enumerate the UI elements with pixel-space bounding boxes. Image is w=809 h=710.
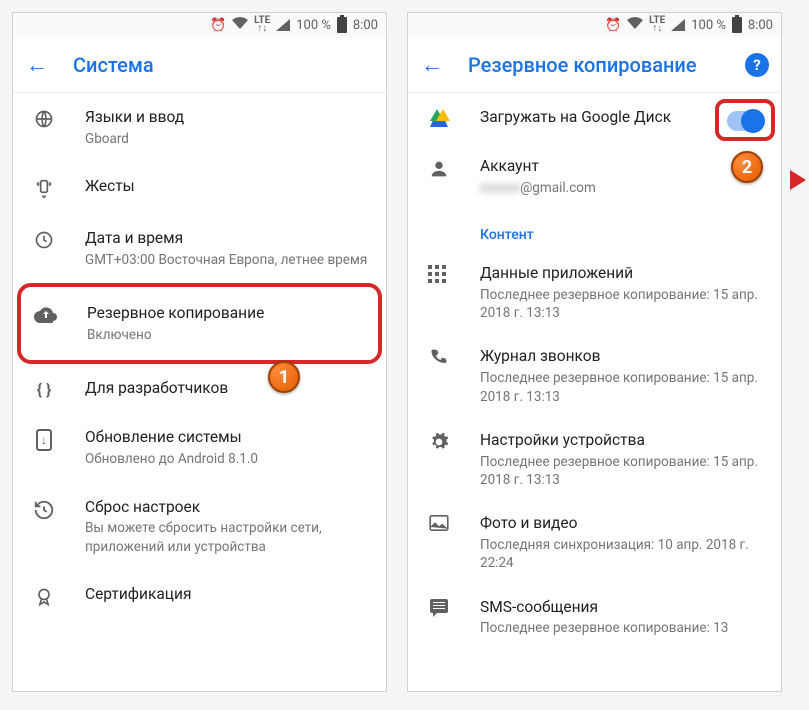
- gear-icon: [426, 430, 452, 452]
- item-sub: Последнее резервное копирование: 15 апр.…: [480, 369, 765, 405]
- account-icon: [426, 156, 452, 180]
- signal-icon: [276, 19, 290, 31]
- item-label: Журнал звонков: [480, 346, 765, 367]
- item-sub: Последняя синхронизация: 10 апр. 2018 г.…: [480, 536, 765, 572]
- sms-icon: [426, 597, 452, 613]
- battery-text: 100 %: [691, 18, 726, 33]
- lte-icon: LTE↑↓: [649, 17, 665, 33]
- page-title: Система: [73, 53, 374, 77]
- page-title: Резервное копирование: [468, 53, 721, 77]
- item-app-data[interactable]: Данные приложений Последнее резервное ко…: [408, 251, 781, 334]
- alarm-icon: ⏰: [210, 18, 226, 33]
- back-button[interactable]: ←: [25, 52, 49, 78]
- highlight-toggle: [715, 99, 775, 141]
- item-backup[interactable]: Резервное копирование Включено: [21, 287, 378, 360]
- clock-text: 8:00: [748, 18, 773, 33]
- phone-left: ⏰ LTE↑↓ 100 % 8:00 ← Система Языки и вво…: [12, 12, 387, 692]
- item-label: Обновление системы: [85, 427, 370, 448]
- globe-icon: [31, 107, 57, 129]
- battery-icon: [732, 17, 742, 33]
- award-icon: [31, 584, 57, 608]
- lte-icon: LTE↑↓: [254, 17, 270, 33]
- backup-list: Загружать на Google Диск Аккаунт xxxxxx@…: [408, 93, 781, 691]
- header: ← Система: [13, 37, 386, 93]
- arrow-right-icon: [790, 170, 806, 190]
- apps-icon: [426, 263, 452, 283]
- item-device-settings[interactable]: Настройки устройства Последнее резервное…: [408, 418, 781, 501]
- section-label: Контент: [408, 211, 781, 251]
- item-label: SMS-сообщения: [480, 597, 765, 618]
- step-badge-1: 1: [268, 361, 300, 393]
- cloud-upload-icon: [33, 303, 59, 323]
- wifi-icon: [232, 17, 248, 33]
- item-label: Для разработчиков: [85, 378, 370, 399]
- gesture-icon: [31, 176, 57, 200]
- restore-icon: [31, 497, 57, 521]
- alarm-icon: ⏰: [605, 18, 621, 33]
- item-datetime[interactable]: Дата и время GMT+03:00 Восточная Европа,…: [13, 214, 386, 283]
- item-photos[interactable]: Фото и видео Последняя синхронизация: 10…: [408, 501, 781, 584]
- item-label: Фото и видео: [480, 513, 765, 534]
- help-button[interactable]: ?: [745, 53, 769, 77]
- item-label: Дата и время: [85, 228, 370, 249]
- item-sub: xxxxxx@gmail.com: [480, 179, 765, 197]
- header: ← Резервное копирование ?: [408, 37, 781, 93]
- item-system-update[interactable]: ↓ Обновление системы Обновлено до Androi…: [13, 413, 386, 482]
- status-bar: ⏰ LTE↑↓ 100 % 8:00: [408, 13, 781, 37]
- system-update-icon: ↓: [31, 427, 57, 451]
- item-languages[interactable]: Языки и ввод Gboard: [13, 93, 386, 162]
- item-account[interactable]: Аккаунт xxxxxx@gmail.com: [408, 142, 781, 211]
- braces-icon: { }: [31, 378, 57, 399]
- signal-icon: [671, 19, 685, 31]
- item-label: Жесты: [85, 176, 370, 197]
- item-sub: Последнее резервное копирование: 15 апр.…: [480, 453, 765, 489]
- battery-icon: [337, 17, 347, 33]
- item-sub: Последнее резервное копирование: 15 апр.…: [480, 286, 765, 322]
- item-developer[interactable]: { } Для разработчиков: [13, 364, 386, 413]
- item-sub: Обновлено до Android 8.1.0: [85, 450, 370, 468]
- status-bar: ⏰ LTE↑↓ 100 % 8:00: [13, 13, 386, 37]
- item-sub: Включено: [87, 326, 366, 344]
- item-call-log[interactable]: Журнал звонков Последнее резервное копир…: [408, 334, 781, 417]
- item-sub: Вы можете сбросить настройки сети, прило…: [85, 519, 370, 555]
- item-reset[interactable]: Сброс настроек Вы можете сбросить настро…: [13, 483, 386, 570]
- upload-toggle[interactable]: [727, 111, 763, 131]
- highlight-backup: Резервное копирование Включено: [17, 283, 382, 364]
- phone-icon: [426, 346, 452, 366]
- item-certification[interactable]: Сертификация: [13, 570, 386, 622]
- item-label: Сброс настроек: [85, 497, 370, 518]
- battery-text: 100 %: [296, 18, 331, 33]
- phone-right: ⏰ LTE↑↓ 100 % 8:00 ← Резервное копирован…: [407, 12, 782, 692]
- wifi-icon: [627, 17, 643, 33]
- clock-text: 8:00: [353, 18, 378, 33]
- image-icon: [426, 513, 452, 531]
- item-label: Сертификация: [85, 584, 370, 605]
- back-button[interactable]: ←: [420, 52, 444, 78]
- google-drive-icon: [426, 107, 452, 127]
- item-label: Языки и ввод: [85, 107, 370, 128]
- item-label: Аккаунт: [480, 156, 765, 177]
- item-gestures[interactable]: Жесты: [13, 162, 386, 214]
- item-sub: GMT+03:00 Восточная Европа, летнее время: [85, 251, 370, 269]
- item-sms[interactable]: SMS-сообщения Последнее резервное копиро…: [408, 585, 781, 650]
- settings-list: Языки и ввод Gboard Жесты Дата и время G…: [13, 93, 386, 691]
- item-label: Резервное копирование: [87, 303, 366, 324]
- item-label: Настройки устройства: [480, 430, 765, 451]
- step-badge-2: 2: [731, 151, 763, 183]
- clock-icon: [31, 228, 57, 250]
- item-label: Данные приложений: [480, 263, 765, 284]
- item-sub: Gboard: [85, 130, 370, 148]
- item-sub: Последнее резервное копирование: 13: [480, 619, 765, 637]
